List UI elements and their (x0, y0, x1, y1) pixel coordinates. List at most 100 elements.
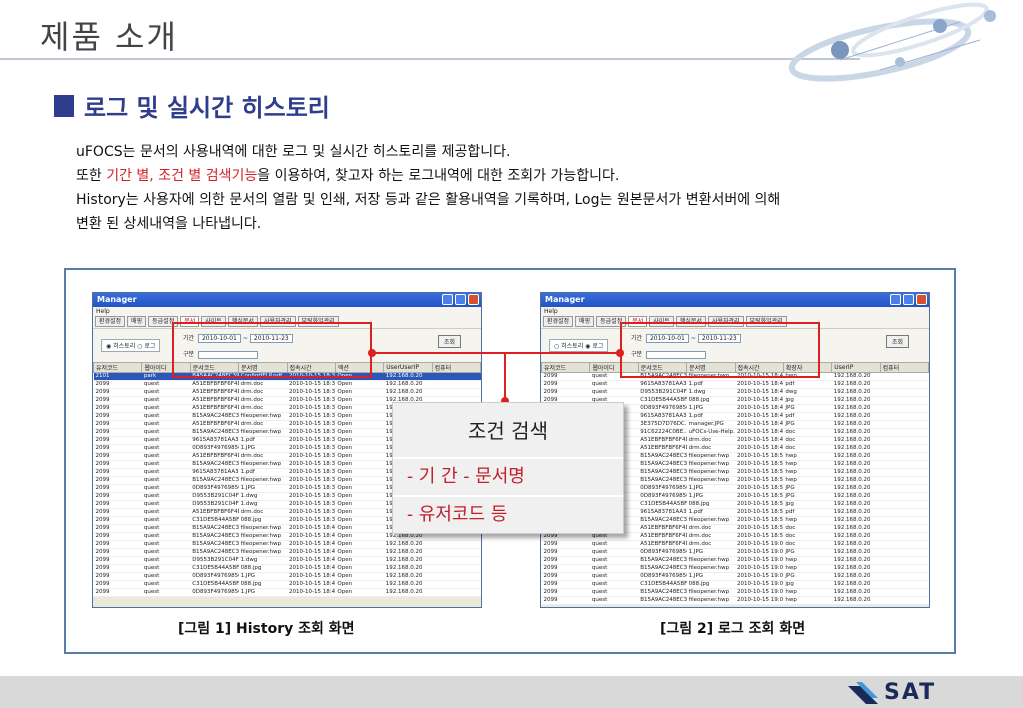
table-row[interactable]: 2099questA51EBFBFBF6F4DA4...drm.doc2010-… (541, 540, 929, 549)
table-cell: 2010-10-15 18:53:24 (735, 492, 784, 501)
table-cell: 192.168.0.20 (831, 372, 881, 381)
table-cell-empty (432, 572, 481, 581)
minimize-icon[interactable] (442, 294, 453, 305)
table-row[interactable]: 2099quest0D893F49769856141...1.JPG2010-1… (93, 572, 481, 581)
table-cell: quest (141, 436, 191, 445)
table-cell: 2099 (93, 492, 142, 501)
maximize-icon[interactable] (455, 294, 466, 305)
column-header[interactable]: 컴퓨터 (879, 362, 929, 373)
table-cell: 192.168.0.20 (383, 380, 433, 389)
column-header[interactable]: 유저코드 (541, 362, 591, 373)
query-button[interactable]: 조회 (437, 335, 461, 348)
table-cell: Open (335, 404, 384, 413)
tab-item[interactable]: 환경설정 (95, 316, 126, 327)
table-cell: 192.168.0.20 (831, 540, 881, 549)
table-cell: fileopener.hwp (238, 412, 287, 421)
table-cell: hwp (783, 476, 832, 485)
table-cell: 0D893F49769856141... (638, 492, 687, 501)
column-header[interactable]: 유저코드 (93, 362, 143, 373)
column-header[interactable]: UserIP (831, 362, 881, 373)
table-cell: 2010-10-15 18:55:13 (735, 524, 784, 533)
close-icon[interactable] (916, 294, 927, 305)
table-cell: Open (335, 564, 384, 573)
table-row[interactable]: 2099questA51EBFBFBF6F4DA4...drm.doc2010-… (93, 388, 481, 397)
description-line-4: 변환 된 상세내역을 나타냅니다. (76, 216, 262, 232)
table-cell: 2099 (93, 508, 142, 517)
minimize-icon[interactable] (890, 294, 901, 305)
table-cell: dwg (783, 388, 832, 397)
table-row[interactable]: 2099questD9553B291C04F63C...1.dwg2010-10… (541, 388, 929, 397)
query-button[interactable]: 조회 (885, 335, 909, 348)
table-cell: 192.168.0.20 (831, 516, 881, 525)
table-cell: quest (589, 572, 639, 581)
column-header[interactable]: UserUserIP (383, 362, 433, 373)
table-cell: 2099 (93, 428, 142, 437)
table-cell: 2099 (93, 468, 142, 477)
table-cell: A51EBFBFBF6F4DA4... (190, 404, 239, 413)
table-cell: D9553B291C04F63C... (190, 500, 239, 509)
close-icon[interactable] (468, 294, 479, 305)
mode-radio-group[interactable]: ◉ 히스토리 ○ 로그 (101, 339, 161, 352)
table-cell: 0D893F49769856141... (638, 548, 687, 557)
table-cell: hwp (783, 452, 832, 461)
tab-item[interactable]: 환경설정 (543, 316, 574, 327)
table-row[interactable]: 2099quest0D893F49769856141...1.JPG2010-1… (93, 588, 481, 597)
table-cell: 2099 (93, 540, 142, 549)
table-cell-empty (432, 540, 481, 549)
table-cell-empty (880, 444, 929, 453)
table-cell: 192.168.0.20 (831, 588, 881, 597)
table-cell: 2010-10-15 18:51:48 (735, 460, 784, 469)
table-cell: Open (335, 396, 384, 405)
table-cell: 1.JPG (238, 484, 287, 493)
table-cell: 2010-10-15 18:53:20 (735, 484, 784, 493)
table-row[interactable]: 2099questC31DE5B44A5BFA2...088.jpg2010-1… (93, 580, 481, 589)
table-cell: 2099 (541, 548, 590, 557)
table-row[interactable]: 2099questB15A9AC248EC399D...fileopener.h… (93, 548, 481, 557)
table-row[interactable]: 2099questA51EBFBFBF6F4DA4...drm.doc2010-… (93, 380, 481, 389)
table-cell: C31DE5B44A5BFA2... (190, 580, 239, 589)
table-cell: 192.168.0.20 (383, 548, 433, 557)
table-row[interactable]: 2099questB15A9AC248EC399D...fileopener.h… (541, 596, 929, 605)
column-header[interactable]: 컴퓨터 (431, 362, 481, 373)
table-row[interactable]: 2099questC31DE5B44A5BFA2...088.jpg2010-1… (541, 580, 929, 589)
table-row[interactable]: 2099questB15A9AC248EC399D...fileopener.h… (541, 556, 929, 565)
table-cell: 192.168.0.20 (831, 492, 881, 501)
table-cell: 9615A83781AA3010... (190, 436, 239, 445)
mode-radio-group[interactable]: ○ 히스토리 ◉ 로그 (549, 339, 609, 352)
table-cell: quest (141, 396, 191, 405)
table-cell: quest (141, 380, 191, 389)
menu-help[interactable]: Help (541, 307, 929, 316)
table-cell: 2099 (93, 396, 142, 405)
table-cell: Open (335, 420, 384, 429)
table-row[interactable]: 2099questB15A9AC248EC399D...fileopener.h… (541, 588, 929, 597)
menu-help[interactable]: Help (93, 307, 481, 316)
table-cell-empty (880, 508, 929, 517)
table-cell: 192.168.0.20 (831, 484, 881, 493)
table-cell: Open (335, 524, 384, 533)
table-cell: quest (589, 580, 639, 589)
table-cell: 2010-10-15 18:37:22 (287, 508, 336, 517)
table-cell: 2010-10-15 18:33:04 (287, 388, 336, 397)
table-cell: 2010-10-15 18:35:06 (287, 436, 336, 445)
maximize-icon[interactable] (903, 294, 914, 305)
table-cell: 2101 (93, 372, 142, 381)
table-cell: Open (335, 388, 384, 397)
table-row[interactable]: 2099questB15A9AC248EC399D...fileopener.h… (93, 540, 481, 549)
table-cell-empty (880, 540, 929, 549)
table-cell-empty (880, 388, 929, 397)
table-cell: 2010-10-15 18:33:39 (287, 396, 336, 405)
table-row[interactable]: 2099quest9615A83781AA3010...1.pdf2010-10… (541, 380, 929, 389)
table-cell: 2010-10-15 18:36:00 (287, 476, 336, 485)
table-cell: 1.dwg (686, 388, 735, 397)
table-cell: quest (141, 524, 191, 533)
table-row[interactable]: 2099questC31DE5B44A5BFA2...088.jpg2010-1… (93, 564, 481, 573)
table-cell: 2010-10-15 18:46:56 (735, 396, 784, 405)
table-row[interactable]: 2099questB15A9AC248EC399D...fileopener.h… (541, 564, 929, 573)
table-row[interactable]: 2099quest0D893F49769856141...1.JPG2010-1… (541, 548, 929, 557)
table-cell: B15A9AC248EC399D... (638, 564, 687, 573)
tab-item[interactable]: 매핑 (575, 316, 595, 327)
table-row[interactable]: 2099quest0D893F49769856141...1.JPG2010-1… (541, 572, 929, 581)
table-cell: quest (141, 580, 191, 589)
table-row[interactable]: 2099questD9553B291C04F63C...1.dwg2010-10… (93, 556, 481, 565)
tab-item[interactable]: 매핑 (127, 316, 147, 327)
